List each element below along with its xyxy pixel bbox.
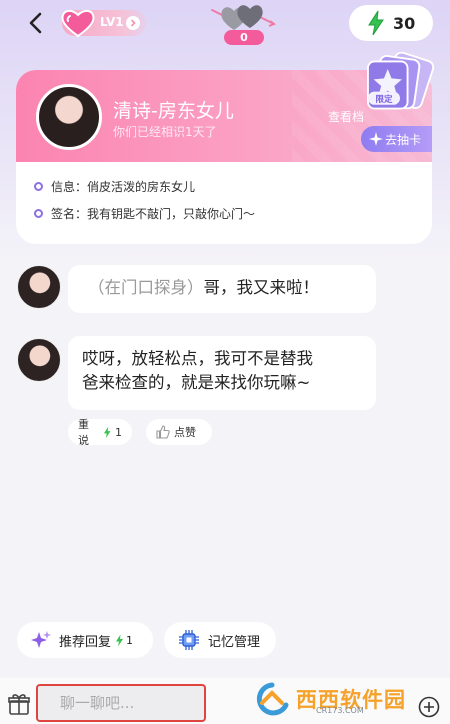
- signature-value: 我有钥匙不敲门，只敲你心门～: [87, 207, 256, 221]
- character-name: 清诗-房东女儿: [113, 100, 234, 122]
- chip-icon: [179, 630, 199, 650]
- recommend-reply-button[interactable]: 推荐回复 1: [17, 622, 153, 658]
- message-line: 哎呀，放轻松点，我可不是替我: [82, 349, 313, 368]
- chevron-right-icon: [126, 16, 140, 30]
- info-row: 信息： 俏皮活泼的房东女儿: [34, 178, 195, 195]
- sparkle-icon: [31, 631, 51, 648]
- watermark: 西西软件园 CR173.COM: [252, 676, 406, 722]
- chevron-left-icon: [29, 12, 42, 34]
- back-button[interactable]: [22, 10, 48, 36]
- more-button[interactable]: [418, 696, 440, 722]
- heart-icon: [61, 9, 95, 38]
- bullet-icon: [34, 182, 43, 191]
- recommend-cost: 1: [126, 633, 134, 647]
- lightning-icon: [103, 426, 111, 438]
- signature-row: 签名： 我有钥匙不敲门，只敲你心门～: [34, 205, 255, 222]
- like-button[interactable]: 点赞: [146, 419, 212, 445]
- thumbs-up-icon: [156, 425, 170, 439]
- intimacy-hearts[interactable]: 0: [210, 0, 277, 46]
- card-badge-text: 限定: [375, 94, 392, 104]
- lightning-icon: [368, 10, 384, 36]
- character-avatar-small[interactable]: [17, 265, 61, 309]
- top-bar: LV1 0 30: [0, 0, 450, 50]
- days-known: 你们已经相识1天了: [113, 125, 217, 139]
- chat-bubble: （在门口探身）哥，我又来啦！: [68, 265, 376, 313]
- like-label: 点赞: [174, 426, 196, 439]
- watermark-url: CR173.COM: [316, 706, 364, 715]
- card-collection-icon[interactable]: 限定: [360, 52, 440, 118]
- sparkle-icon: [369, 132, 383, 146]
- chat-input[interactable]: [36, 684, 206, 722]
- lightning-icon: [116, 634, 124, 646]
- gacha-button[interactable]: 去抽卡: [361, 126, 432, 152]
- gift-button[interactable]: [8, 692, 30, 720]
- character-avatar-small[interactable]: [17, 338, 61, 382]
- level-badge[interactable]: LV1: [61, 9, 146, 38]
- broken-hearts-icon: [211, 5, 277, 30]
- view-archive-link[interactable]: 查看档: [328, 108, 364, 125]
- reroll-cost: 1: [115, 425, 122, 439]
- recommend-cost-group: 1: [115, 634, 133, 647]
- chat-bubble: 哎呀，放轻松点，我可不是替我 爸来检查的，就是来找你玩嘛~: [68, 336, 376, 410]
- message-action-text: （在门口探身）: [88, 278, 204, 297]
- memory-label: 记忆管理: [208, 634, 261, 650]
- recommend-label: 推荐回复: [59, 634, 112, 650]
- memory-management-button[interactable]: 记忆管理: [164, 622, 276, 658]
- gift-icon: [8, 694, 30, 715]
- message-line: 爸来检查的，就是来找你玩嘛~: [82, 373, 311, 392]
- level-label: LV1: [100, 15, 124, 29]
- gacha-label: 去抽卡: [385, 132, 422, 147]
- info-label: 信息：: [51, 180, 88, 194]
- reroll-button[interactable]: 重说 1: [68, 418, 132, 447]
- reroll-label: 重说: [78, 418, 89, 447]
- character-avatar[interactable]: [36, 84, 102, 150]
- hearts-count: 0: [224, 30, 264, 45]
- energy-count: 30: [393, 13, 416, 33]
- plus-circle-icon: [418, 696, 440, 718]
- info-value: 俏皮活泼的房东女儿: [87, 180, 196, 194]
- signature-label: 签名：: [51, 207, 88, 221]
- message-text: 哥，我又来啦！: [203, 278, 320, 297]
- bullet-icon: [34, 209, 43, 218]
- energy-balance[interactable]: 30: [349, 5, 433, 41]
- watermark-logo-icon: [256, 682, 289, 716]
